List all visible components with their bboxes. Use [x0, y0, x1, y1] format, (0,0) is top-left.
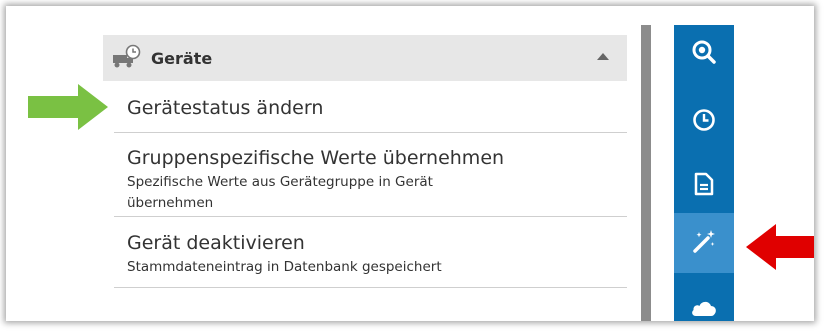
action-subtitle: Spezifische Werte aus Gerätegruppe in Ge…: [127, 174, 433, 211]
window-frame: Geräte Gerätestatus ändern Gruppenspezif…: [6, 6, 814, 321]
cloud-icon: [690, 298, 718, 322]
action-title: Gerät deaktivieren: [127, 232, 305, 254]
truck-clock-icon: [112, 43, 142, 73]
list-item-geraetestatus-aendern[interactable]: Gerätestatus ändern: [114, 81, 627, 133]
scrollbar-thumb[interactable]: [641, 25, 651, 321]
list-item-geraet-deaktivieren[interactable]: Gerät deaktivieren Stammdateneintrag in …: [114, 217, 627, 288]
search-button[interactable]: [674, 29, 734, 79]
document-button[interactable]: [674, 161, 734, 211]
cloud-button[interactable]: [674, 285, 734, 321]
magic-wand-icon: [691, 228, 717, 259]
green-arrow-annotation: [28, 84, 114, 135]
document-icon: [694, 172, 714, 201]
action-title: Gruppenspezifische Werte übernehmen: [127, 147, 505, 169]
search-icon: [691, 39, 717, 70]
action-subtitle: Stammdateneintrag in Datenbank gespeiche…: [127, 259, 442, 275]
right-toolbar: [674, 25, 734, 321]
caret-up-icon[interactable]: [597, 53, 609, 60]
red-arrow-annotation: [746, 224, 814, 275]
section-title: Geräte: [151, 48, 213, 68]
list-item-gruppenspezifische-werte[interactable]: Gruppenspezifische Werte übernehmen Spez…: [114, 133, 627, 217]
history-button[interactable]: [674, 97, 734, 147]
section-header-geraete[interactable]: Geräte: [103, 35, 627, 81]
action-title: Gerätestatus ändern: [127, 97, 324, 119]
magic-wand-button[interactable]: [674, 213, 734, 273]
action-list: Gerätestatus ändern Gruppenspezifische W…: [114, 81, 627, 288]
clock-icon: [692, 108, 716, 137]
